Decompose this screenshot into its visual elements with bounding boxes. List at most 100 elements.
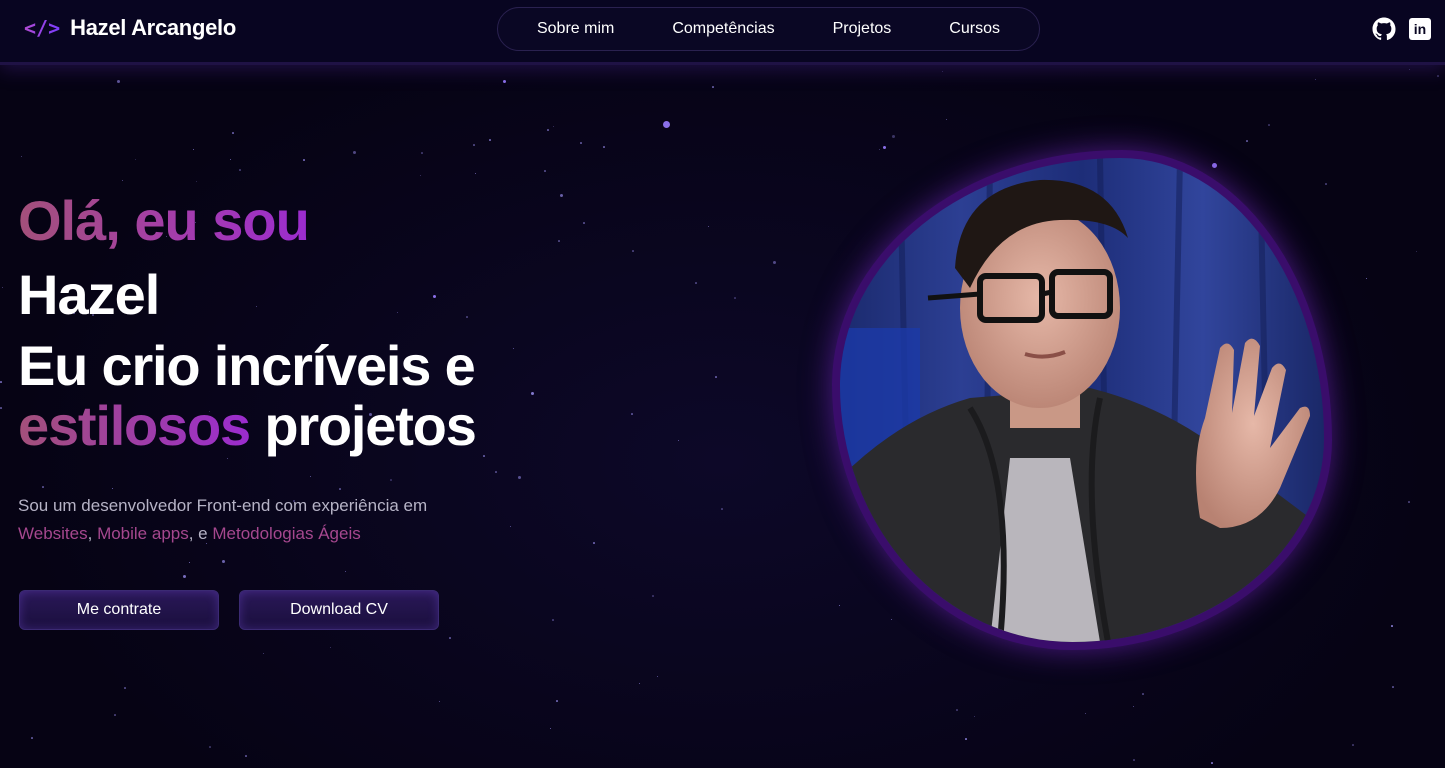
star-dot <box>230 159 231 160</box>
star-dot <box>879 149 880 150</box>
star-dot <box>31 737 33 739</box>
nav-item-sobre-mim[interactable]: Sobre mim <box>537 20 614 38</box>
star-dot <box>439 701 440 702</box>
star-dot <box>1392 686 1394 688</box>
top-header: </> Hazel Arcangelo Sobre mim Competênci… <box>0 0 1445 65</box>
star-dot <box>892 135 895 138</box>
brand[interactable]: </> Hazel Arcangelo <box>24 15 236 41</box>
star-dot <box>114 714 116 716</box>
star-dot <box>1268 124 1270 126</box>
star-dot <box>475 173 476 174</box>
hero-tagline-rest: projetos <box>249 394 477 457</box>
star-dot <box>552 619 554 621</box>
star-dot <box>0 381 2 383</box>
star-dot <box>2 287 3 288</box>
hero-tagline-line2: estilosos projetos <box>18 396 638 456</box>
star-dot <box>1315 79 1316 80</box>
star-dot <box>695 282 697 284</box>
highlight-metodologias-ageis: Metodologias Ágeis <box>212 524 361 543</box>
star-dot <box>657 676 658 677</box>
star-dot <box>652 595 654 597</box>
star-dot <box>0 407 2 409</box>
star-dot <box>117 80 120 83</box>
main-nav: Sobre mim Competências Projetos Cursos <box>497 7 1040 51</box>
highlight-mobile-apps: Mobile apps <box>97 524 189 543</box>
hero-description-line1: Sou um desenvolvedor Front-end com exper… <box>18 496 428 515</box>
nav-item-cursos[interactable]: Cursos <box>949 20 1000 38</box>
code-logo-icon: </> <box>24 16 61 40</box>
star-dot <box>1211 762 1213 764</box>
linkedin-icon-label: in <box>1409 18 1431 40</box>
star-dot <box>1133 706 1134 707</box>
star-dot <box>122 180 123 181</box>
star-dot <box>420 175 421 176</box>
star-dot <box>1391 625 1393 627</box>
star-dot <box>473 144 475 146</box>
star-dot <box>544 170 546 172</box>
star-dot <box>449 637 451 639</box>
nav-item-projetos[interactable]: Projetos <box>833 20 892 38</box>
star-dot <box>345 571 346 572</box>
hero-buttons: Me contrate Download CV <box>19 590 439 630</box>
star-dot <box>712 86 714 88</box>
star-dot <box>1366 278 1367 279</box>
linkedin-icon[interactable]: in <box>1408 17 1432 41</box>
star-dot <box>708 226 709 227</box>
star-dot <box>580 142 582 144</box>
star-dot <box>734 297 736 299</box>
star-dot <box>956 709 958 711</box>
star-dot <box>603 146 605 148</box>
star-dot <box>193 149 194 150</box>
star-dot <box>715 376 717 378</box>
star-dot <box>1409 69 1410 70</box>
star-dot <box>883 146 886 149</box>
star-dot <box>489 139 491 141</box>
hire-me-button[interactable]: Me contrate <box>19 590 219 630</box>
star-dot <box>1437 75 1439 77</box>
star-dot <box>303 159 305 161</box>
star-dot <box>1416 251 1417 252</box>
star-dot <box>209 746 211 748</box>
star-dot <box>421 152 423 154</box>
nav-item-competencias[interactable]: Competências <box>672 20 774 38</box>
star-dot <box>245 755 247 757</box>
separator: , <box>87 524 98 543</box>
star-dot <box>21 156 22 157</box>
star-dot <box>196 181 197 182</box>
star-dot <box>183 575 186 578</box>
hero-name: Hazel <box>18 263 160 326</box>
hero-section: Olá, eu sou Hazel Eu crio incríveis e es… <box>18 188 638 548</box>
star-dot <box>503 80 506 83</box>
star-dot <box>942 71 943 72</box>
star-dot <box>1246 140 1248 142</box>
star-dot <box>550 728 551 729</box>
star-dot <box>124 687 126 689</box>
star-dot <box>839 605 840 606</box>
brand-name: Hazel Arcangelo <box>70 15 236 40</box>
star-dot <box>330 647 331 648</box>
star-dot <box>663 121 670 128</box>
star-dot <box>773 261 776 264</box>
star-dot <box>1142 693 1144 695</box>
star-dot <box>189 562 190 563</box>
star-dot <box>135 159 136 160</box>
star-dot <box>891 619 892 620</box>
star-dot <box>678 440 679 441</box>
star-dot <box>1085 713 1086 714</box>
star-dot <box>721 508 723 510</box>
star-dot <box>965 738 967 740</box>
star-dot <box>946 119 947 120</box>
star-dot <box>239 169 241 171</box>
page: </> Hazel Arcangelo Sobre mim Competênci… <box>0 0 1445 768</box>
download-cv-button[interactable]: Download CV <box>239 590 439 630</box>
github-icon[interactable] <box>1372 17 1396 41</box>
hero-tagline-highlight: estilosos <box>18 394 251 457</box>
hero-tagline-line1: Eu crio incríveis e <box>18 334 476 397</box>
star-dot <box>263 653 264 654</box>
star-dot <box>639 683 640 684</box>
star-dot <box>553 126 554 127</box>
star-dot <box>1352 744 1354 746</box>
hero-tagline: Eu crio incríveis e estilosos projetos <box>18 336 638 456</box>
star-dot <box>232 132 234 134</box>
hero-description: Sou um desenvolvedor Front-end com exper… <box>18 492 638 548</box>
